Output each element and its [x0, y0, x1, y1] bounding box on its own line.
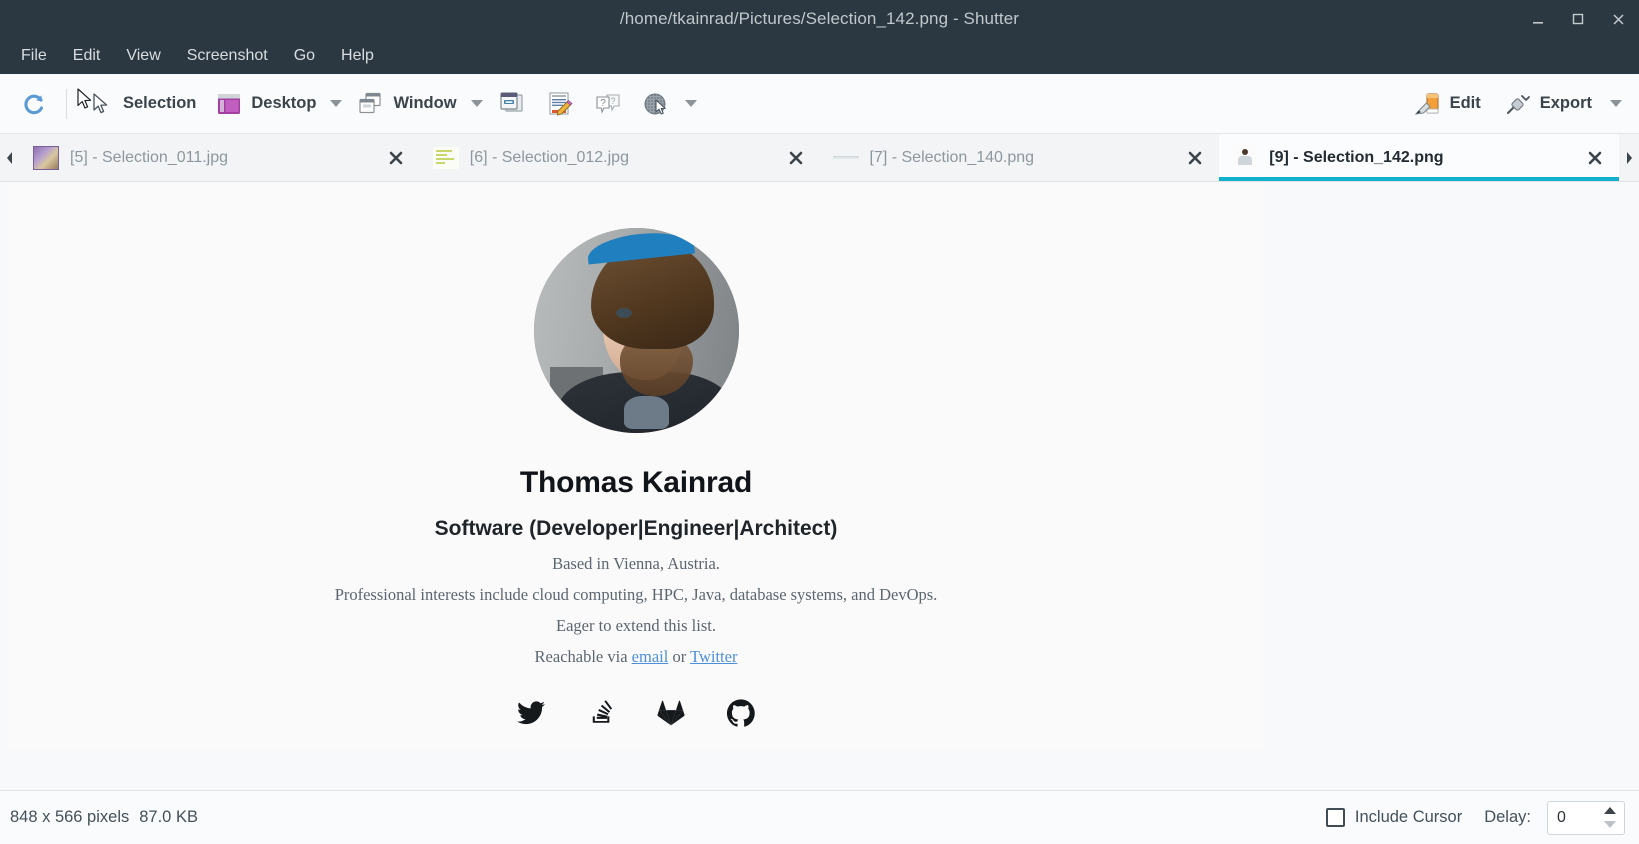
menu-capture-button[interactable]	[488, 84, 536, 124]
profile-location: Based in Vienna, Austria.	[552, 554, 720, 573]
menu-item-screenshot[interactable]: Screenshot	[174, 43, 281, 69]
delay-label: Delay:	[1484, 808, 1531, 826]
tab-selection-142[interactable]: [9] - Selection_142.png	[1219, 134, 1619, 181]
export-label: Export	[1539, 94, 1592, 112]
tab-thumbnail	[832, 145, 860, 171]
stepper-down-icon[interactable]	[1604, 821, 1616, 828]
cursor-arrow-icon	[86, 89, 116, 119]
stackoverflow-icon[interactable]	[586, 698, 616, 728]
tab-selection-140[interactable]: [7] - Selection_140.png	[820, 134, 1220, 181]
export-plug-icon	[1503, 89, 1533, 119]
checkbox-box[interactable]	[1325, 808, 1345, 827]
gitlab-icon[interactable]	[656, 698, 686, 728]
profile-role: Software (Developer|Engineer|Architect)	[434, 517, 838, 540]
window-controls	[1527, 0, 1629, 38]
menu-item-view[interactable]: View	[113, 43, 173, 69]
toolbar-overflow-chevron-down-icon[interactable]	[680, 91, 702, 117]
github-icon[interactable]	[726, 698, 756, 728]
profile-contact: Reachable via email or Twitter	[535, 647, 738, 667]
tooltip-capture-icon: ? ?	[593, 89, 623, 119]
menu-capture-icon	[497, 89, 527, 119]
main-toolbar: Selection Desktop Window ? ? Edit Export	[0, 74, 1639, 134]
tab-close-x-icon[interactable]	[786, 148, 806, 168]
profile-interests: Professional interests include cloud com…	[334, 585, 938, 604]
tab-scroll-left-chevron-left-icon[interactable]	[0, 134, 20, 181]
delay-stepper-buttons	[1600, 802, 1624, 834]
redo-last-capture-button[interactable]	[632, 84, 680, 124]
status-bar: 848 x 566 pixels 87.0 KB Include Cursor …	[0, 790, 1639, 844]
desktop-label: Desktop	[251, 94, 317, 112]
shutter-window: /home/tkainrad/Pictures/Selection_142.pn…	[0, 0, 1639, 844]
tab-label: [6] - Selection_012.jpg	[469, 148, 629, 166]
window-label: Window	[393, 94, 457, 112]
contact-middle: or	[668, 647, 691, 666]
edit-button[interactable]: Edit	[1404, 84, 1490, 124]
screenshot-preview: Thomas Kainrad Software (Developer|Engin…	[7, 183, 1265, 749]
minimize-button[interactable]	[1527, 8, 1549, 30]
redo-button[interactable]	[10, 84, 58, 124]
include-cursor-label: Include Cursor	[1354, 808, 1463, 826]
tab-list: [5] - Selection_011.jpg [6] - Selection_…	[20, 134, 1619, 181]
delay-value[interactable]: 0	[1548, 802, 1600, 834]
twitter-icon[interactable]	[516, 698, 546, 728]
image-canvas[interactable]: Thomas Kainrad Software (Developer|Engin…	[0, 182, 1639, 790]
edit-label: Edit	[1449, 94, 1481, 112]
window-dropdown-chevron-down-icon[interactable]	[466, 91, 488, 117]
profile-name: Thomas Kainrad	[519, 466, 753, 499]
tab-selection-012[interactable]: [6] - Selection_012.jpg	[420, 134, 820, 181]
svg-text:?: ?	[600, 98, 606, 109]
tab-close-x-icon[interactable]	[1585, 148, 1605, 168]
image-dimensions: 848 x 566 pixels	[10, 808, 130, 826]
export-button[interactable]: Export	[1494, 84, 1601, 124]
svg-text:?: ?	[610, 96, 615, 106]
desktop-window-icon	[214, 89, 244, 119]
tab-bar: [5] - Selection_011.jpg [6] - Selection_…	[0, 134, 1639, 182]
title-bar: /home/tkainrad/Pictures/Selection_142.pn…	[0, 0, 1639, 38]
stepper-up-icon[interactable]	[1604, 807, 1616, 814]
email-link[interactable]: email	[632, 647, 669, 666]
redo-circular-arrow-icon	[19, 89, 49, 119]
tab-label: [9] - Selection_142.png	[1269, 148, 1444, 166]
maximize-button[interactable]	[1567, 8, 1589, 30]
menu-item-go[interactable]: Go	[281, 43, 328, 69]
menu-item-help[interactable]: Help	[328, 43, 387, 69]
selection-label: Selection	[123, 94, 197, 112]
window-button[interactable]: Window	[347, 84, 465, 124]
tab-thumbnail	[432, 145, 460, 171]
profile-extend: Eager to extend this list.	[556, 616, 716, 635]
menu-item-file[interactable]: File	[8, 43, 60, 69]
tab-close-x-icon[interactable]	[1185, 148, 1205, 168]
delay-stepper[interactable]: 0	[1547, 800, 1625, 835]
toolbar-separator	[66, 88, 67, 119]
tooltip-capture-button[interactable]: ? ?	[584, 84, 632, 124]
menu-bar: File Edit View Screenshot Go Help	[0, 38, 1639, 74]
tab-selection-011[interactable]: [5] - Selection_011.jpg	[20, 134, 420, 181]
selection-button[interactable]: Selection	[77, 84, 205, 124]
paint-brush-icon	[1413, 89, 1443, 119]
tab-scroll-right-chevron-right-icon[interactable]	[1619, 134, 1639, 181]
windows-stack-icon	[356, 89, 386, 119]
tab-thumbnail	[1231, 145, 1259, 171]
include-cursor-checkbox[interactable]: Include Cursor	[1325, 808, 1463, 827]
redo-last-capture-icon	[641, 89, 671, 119]
window-title: /home/tkainrad/Pictures/Selection_142.pn…	[619, 9, 1020, 28]
desktop-dropdown-chevron-down-icon[interactable]	[325, 91, 347, 117]
tab-label: [5] - Selection_011.jpg	[70, 148, 229, 166]
website-capture-button[interactable]	[536, 84, 584, 124]
contact-prefix: Reachable via	[534, 647, 632, 666]
avatar	[533, 228, 739, 433]
social-links	[516, 698, 756, 728]
close-button[interactable]	[1607, 8, 1629, 30]
desktop-button[interactable]: Desktop	[205, 84, 325, 124]
image-filesize: 87.0 KB	[139, 808, 198, 826]
tab-thumbnail	[32, 145, 60, 171]
tab-close-x-icon[interactable]	[386, 148, 406, 168]
tab-label: [7] - Selection_140.png	[869, 148, 1035, 166]
menu-item-edit[interactable]: Edit	[60, 43, 114, 69]
website-capture-icon	[545, 89, 575, 119]
twitter-link[interactable]: Twitter	[690, 647, 737, 666]
export-dropdown-chevron-down-icon[interactable]	[1605, 91, 1627, 117]
